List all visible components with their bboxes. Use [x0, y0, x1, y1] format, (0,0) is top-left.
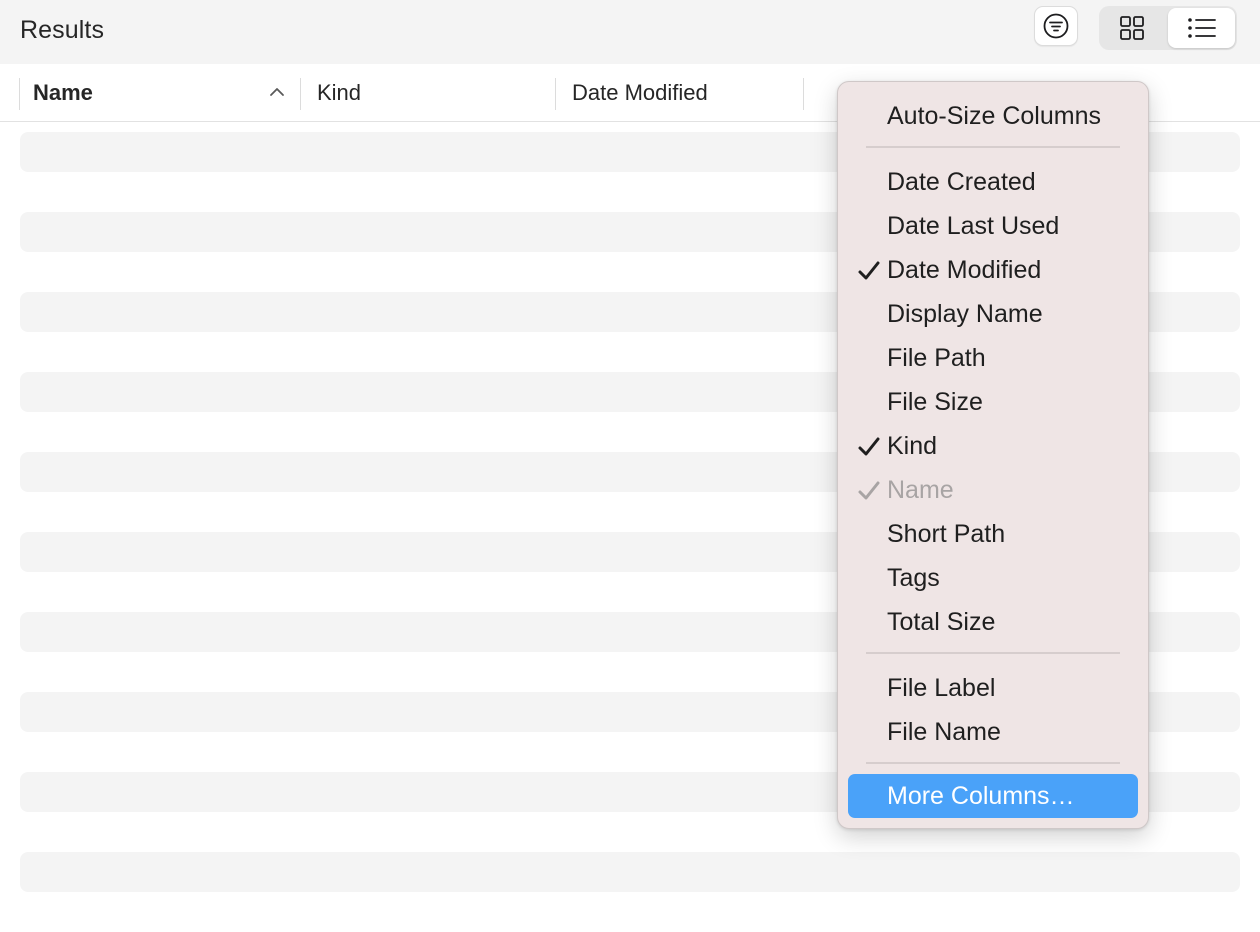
menu-item-file-path[interactable]: File Path: [848, 336, 1138, 380]
menu-item-label: Date Modified: [887, 255, 1042, 284]
filter-button[interactable]: [1034, 6, 1078, 46]
column-header-kind[interactable]: Kind: [317, 64, 361, 121]
menu-item-kind[interactable]: Kind: [848, 424, 1138, 468]
menu-separator: [866, 652, 1120, 654]
menu-separator: [866, 762, 1120, 764]
menu-item-label: Short Path: [887, 519, 1006, 548]
menu-item-label: Name: [887, 475, 954, 504]
table-row[interactable]: [20, 852, 1240, 892]
menu-item-label: Kind: [887, 431, 938, 460]
column-header-date-modified[interactable]: Date Modified: [572, 64, 708, 121]
menu-item-label: More Columns…: [887, 781, 1075, 810]
results-header: Results: [0, 0, 1260, 64]
menu-item-label: Total Size: [887, 607, 996, 636]
menu-item-label: Date Created: [887, 167, 1036, 196]
menu-item-label: File Size: [887, 387, 983, 416]
column-header-name[interactable]: Name: [33, 64, 93, 121]
menu-item-label: File Name: [887, 717, 1001, 746]
menu-item-label: Display Name: [887, 299, 1043, 328]
menu-item-name: Name: [848, 468, 1138, 512]
menu-item-file-size[interactable]: File Size: [848, 380, 1138, 424]
menu-item-label: File Path: [887, 343, 986, 372]
menu-item-auto-size-columns[interactable]: Auto-Size Columns: [848, 94, 1138, 138]
menu-item-label: Date Last Used: [887, 211, 1060, 240]
column-separator[interactable]: [803, 78, 804, 110]
grid-view-icon: [1120, 16, 1144, 40]
checkmark-icon: [858, 481, 880, 500]
menu-item-date-last-used[interactable]: Date Last Used: [848, 204, 1138, 248]
checkmark-icon: [858, 261, 880, 280]
menu-item-tags[interactable]: Tags: [848, 556, 1138, 600]
column-separator[interactable]: [555, 78, 556, 110]
menu-item-display-name[interactable]: Display Name: [848, 292, 1138, 336]
menu-item-short-path[interactable]: Short Path: [848, 512, 1138, 556]
list-view-button[interactable]: [1168, 8, 1235, 48]
menu-item-date-created[interactable]: Date Created: [848, 160, 1138, 204]
menu-item-file-name[interactable]: File Name: [848, 710, 1138, 754]
menu-item-label: Auto-Size Columns: [887, 101, 1101, 130]
menu-item-total-size[interactable]: Total Size: [848, 600, 1138, 644]
view-toggle: [1099, 6, 1237, 50]
results-window: Results Name Kind Date Modified Auto-Siz…: [0, 0, 1260, 932]
filter-icon: [1043, 13, 1069, 39]
menu-item-date-modified[interactable]: Date Modified: [848, 248, 1138, 292]
grid-view-button[interactable]: [1099, 6, 1165, 50]
list-view-icon: [1187, 18, 1216, 38]
menu-separator: [866, 146, 1120, 148]
menu-item-more-columns[interactable]: More Columns…: [848, 774, 1138, 818]
column-separator[interactable]: [300, 78, 301, 110]
menu-item-file-label[interactable]: File Label: [848, 666, 1138, 710]
page-title: Results: [20, 16, 105, 44]
sort-ascending-icon: [270, 88, 284, 96]
menu-item-label: Tags: [887, 563, 940, 592]
column-separator[interactable]: [19, 78, 20, 110]
menu-item-label: File Label: [887, 673, 996, 702]
checkmark-icon: [858, 437, 880, 456]
column-context-menu: Auto-Size Columns Date Created Date Last…: [837, 81, 1149, 829]
